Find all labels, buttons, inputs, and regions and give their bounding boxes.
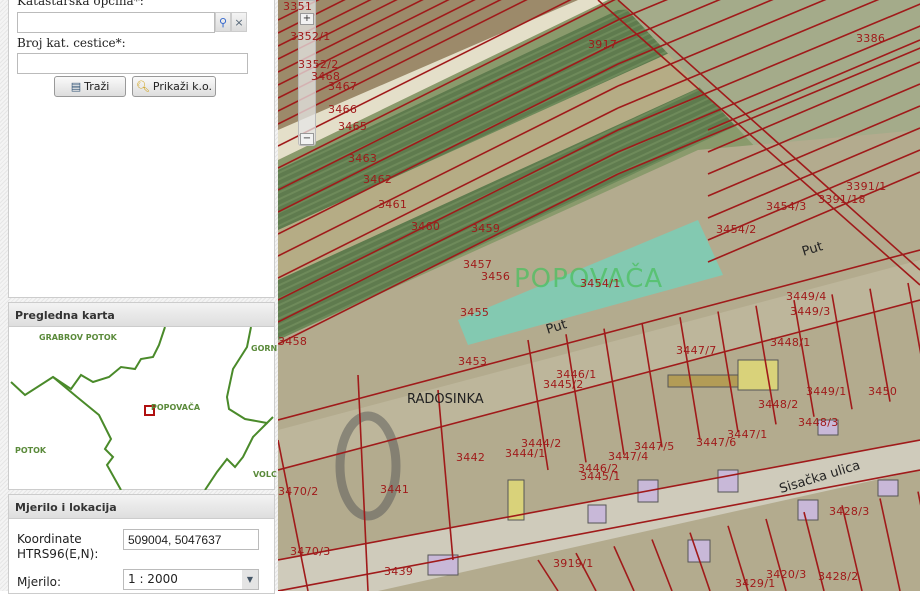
parcel-label[interactable]: 3458	[278, 335, 307, 348]
cadastral-input[interactable]	[17, 12, 215, 33]
magnifier-icon: 🔍︎	[135, 80, 150, 93]
show-cadastral-button[interactable]: 🔍︎ Prikaži k.o.	[132, 76, 216, 97]
overview-place: POPOVAČA	[151, 403, 201, 412]
parcel-label[interactable]: 3455	[460, 306, 489, 319]
parcel-label[interactable]: 3463	[348, 152, 377, 165]
search-button[interactable]: ▤ Traži	[54, 76, 126, 97]
sidebar: Katastarska općina*: ⚲ × Broj kat. cesti…	[0, 0, 278, 594]
parcel-label[interactable]: 3465	[338, 120, 367, 133]
parcel-label[interactable]: 3420/3	[766, 568, 807, 581]
parcel-label[interactable]: 3428/2	[818, 570, 859, 583]
scale-title: Mjerilo i lokacija	[9, 495, 274, 519]
parcel-label[interactable]: 3462	[363, 173, 392, 186]
parcel-label[interactable]: 3467	[328, 80, 357, 93]
parcel-label[interactable]: 3449/1	[806, 385, 847, 398]
parcel-label[interactable]: 3391/18	[818, 193, 866, 206]
parcel-label[interactable]: 3454/1	[580, 277, 621, 290]
parcel-label[interactable]: 3460	[411, 220, 440, 233]
overview-title: Pregledna karta	[9, 303, 274, 327]
coord-input[interactable]	[123, 529, 259, 550]
parcel-label[interactable]: 3352/1	[290, 30, 331, 43]
parcel-input[interactable]	[17, 53, 248, 74]
parcel-label[interactable]: 3445/1	[580, 470, 621, 483]
parcel-label[interactable]: 3441	[380, 483, 409, 496]
parcel-label[interactable]: 3470/2	[278, 485, 319, 498]
parcel-label[interactable]: 3459	[471, 222, 500, 235]
document-icon: ▤	[70, 80, 82, 93]
parcel-label[interactable]: 3917	[588, 38, 617, 51]
cadastral-map[interactable]: + − POPOVAČA RADOSINKA Sisačka ulica Put…	[278, 0, 920, 591]
parcel-label[interactable]: 3449/3	[790, 305, 831, 318]
overview-place: POTOK	[15, 446, 47, 455]
parcel-label[interactable]: 3386	[856, 32, 885, 45]
parcel-label[interactable]: 3466	[328, 103, 357, 116]
overview-place: VOLC	[253, 470, 277, 479]
overview-map[interactable]	[9, 327, 274, 490]
overview-place: GRABROV POTOK	[39, 333, 117, 342]
area-label: RADOSINKA	[407, 392, 484, 407]
scale-label: Mjerilo:	[17, 575, 62, 589]
parcel-label[interactable]: 3449/4	[786, 290, 827, 303]
parcel-label[interactable]: 3448/3	[798, 416, 839, 429]
coord-label: Koordinate HTRS96(E,N):	[17, 532, 99, 561]
parcel-label[interactable]: 3450	[868, 385, 897, 398]
parcel-label[interactable]: 3470/3	[290, 545, 331, 558]
show-button-label: Prikaži k.o.	[152, 80, 213, 93]
parcel-label: Broj kat. cestice*:	[17, 36, 126, 50]
parcel-label[interactable]: 3351	[283, 0, 312, 13]
parcel-label[interactable]: 3442	[456, 451, 485, 464]
parcel-label[interactable]: 3461	[378, 198, 407, 211]
parcel-label[interactable]: 3454/2	[716, 223, 757, 236]
chevron-down-icon: ▼	[242, 570, 258, 589]
parcel-label[interactable]: 3444/1	[505, 447, 546, 460]
parcel-label[interactable]: 3448/1	[770, 336, 811, 349]
parcel-label[interactable]: 3456	[481, 270, 510, 283]
search-icon[interactable]: ⚲	[215, 12, 231, 32]
parcel-label[interactable]: 3391/1	[846, 180, 887, 193]
parcel-label[interactable]: 3428/3	[829, 505, 870, 518]
parcel-label[interactable]: 3445/2	[543, 378, 584, 391]
parcel-label[interactable]: 3454/3	[766, 200, 807, 213]
scale-select[interactable]: 1 : 2000 ▼	[123, 569, 259, 590]
search-button-label: Traži	[84, 80, 110, 93]
search-panel: Katastarska općina*: ⚲ × Broj kat. cesti…	[8, 0, 275, 298]
clear-button[interactable]: ×	[231, 12, 247, 32]
zoom-in-button[interactable]: +	[300, 13, 314, 25]
overview-panel: Pregledna karta GRABROV POTOK GORN POPOV…	[8, 302, 278, 490]
parcel-label[interactable]: 3919/1	[553, 557, 594, 570]
scale-value: 1 : 2000	[128, 572, 178, 586]
parcel-label[interactable]: 3447/7	[676, 344, 717, 357]
parcel-label[interactable]: 3447/1	[727, 428, 768, 441]
overview-place: GORN	[251, 344, 278, 353]
zoom-out-button[interactable]: −	[300, 133, 314, 145]
scale-panel: Mjerilo i lokacija Koordinate HTRS96(E,N…	[8, 494, 275, 594]
parcel-label[interactable]: 3453	[458, 355, 487, 368]
cadastral-label: Katastarska općina*:	[17, 0, 144, 8]
parcel-label[interactable]: 3448/2	[758, 398, 799, 411]
parcel-label[interactable]: 3439	[384, 565, 413, 578]
